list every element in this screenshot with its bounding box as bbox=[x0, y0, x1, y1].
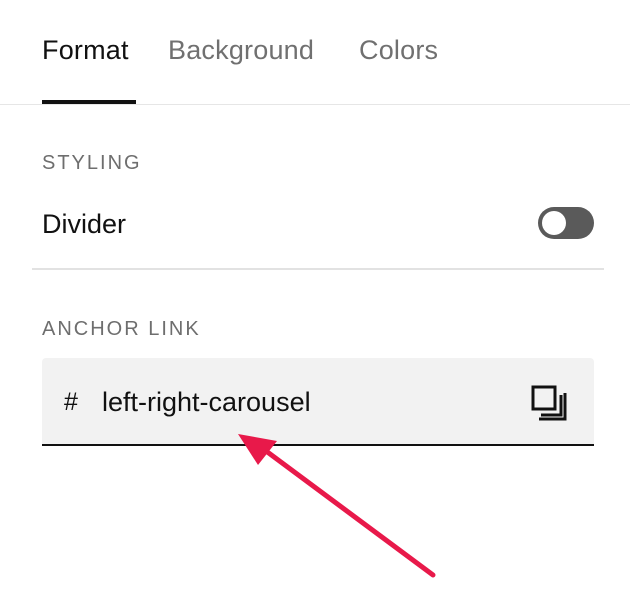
anchor-link-field[interactable]: # left-right-carousel bbox=[42, 358, 594, 446]
copy-icon[interactable] bbox=[530, 384, 570, 424]
hash-prefix: # bbox=[64, 388, 78, 416]
styling-heading: STYLING bbox=[42, 152, 142, 174]
tab-bar: Format Background Colors bbox=[0, 0, 630, 105]
divider-toggle[interactable] bbox=[538, 207, 594, 239]
tab-background[interactable]: Background bbox=[168, 32, 314, 68]
anchor-link-input[interactable]: left-right-carousel bbox=[102, 385, 311, 419]
section-divider bbox=[32, 268, 604, 270]
active-tab-indicator bbox=[42, 100, 136, 104]
tab-colors[interactable]: Colors bbox=[359, 32, 438, 68]
format-panel: Format Background Colors STYLING Divider… bbox=[0, 0, 630, 614]
toggle-knob bbox=[542, 211, 566, 235]
tab-format[interactable]: Format bbox=[42, 32, 129, 68]
anchor-link-heading: ANCHOR LINK bbox=[42, 318, 201, 340]
divider-label: Divider bbox=[42, 209, 127, 239]
